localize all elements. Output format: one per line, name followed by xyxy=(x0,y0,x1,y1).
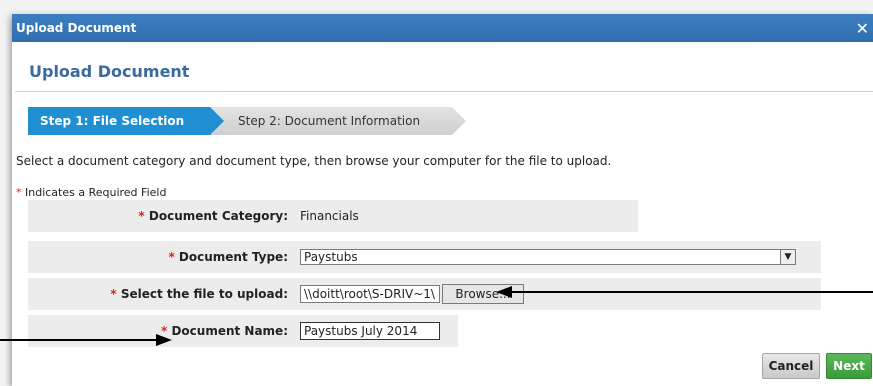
step-1-label: Step 1: File Selection xyxy=(40,114,185,128)
annotation-arrows xyxy=(0,286,873,346)
arrow-right-head-icon xyxy=(156,334,172,346)
arrow-left-head-icon xyxy=(496,286,512,298)
step-1[interactable]: Step 1: File Selection xyxy=(28,107,224,135)
